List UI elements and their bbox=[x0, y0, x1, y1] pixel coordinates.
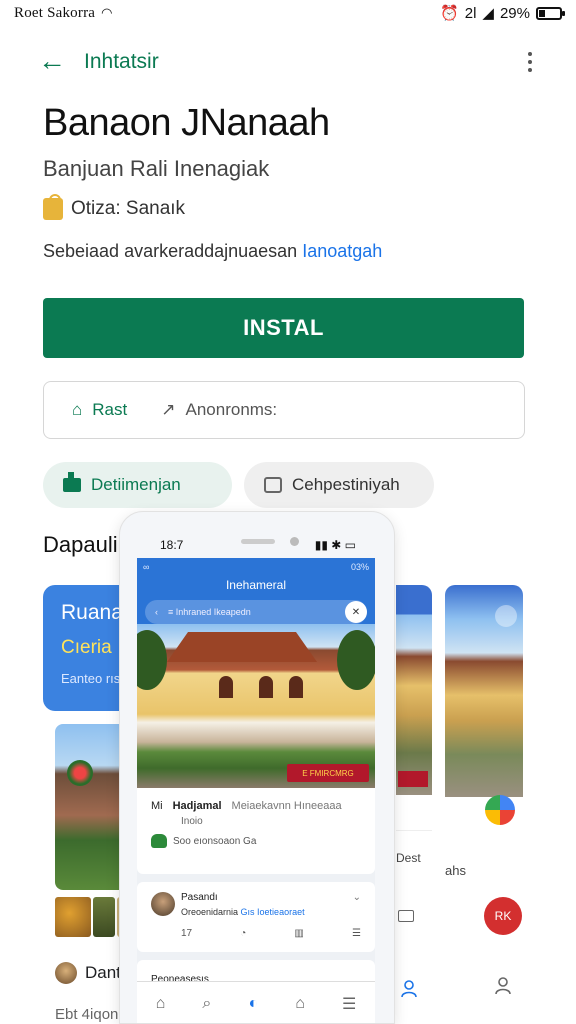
search-icon[interactable]: ⌕ bbox=[202, 995, 211, 1013]
home-icon[interactable]: ⌂ bbox=[156, 995, 166, 1013]
avatar bbox=[151, 892, 175, 916]
bookmark-icon[interactable]: ⌂ bbox=[295, 995, 305, 1013]
install-button[interactable]: INSTAL bbox=[43, 298, 524, 358]
left-footer-text: Ebt 4iqon bbox=[55, 1006, 119, 1023]
listing-meta: Soo eıonsoaon Ga bbox=[173, 835, 257, 847]
person-icon bbox=[401, 980, 417, 998]
info-item-rast[interactable]: ⌂ Rast bbox=[72, 400, 127, 420]
avatar bbox=[55, 962, 77, 984]
phone-hero-photo[interactable]: E FMIRCMRG bbox=[137, 624, 375, 788]
review-text: Oreoenidarnia bbox=[181, 907, 241, 917]
store-icon bbox=[63, 472, 81, 492]
more-options-icon[interactable] bbox=[495, 605, 517, 627]
thumbnail-image[interactable] bbox=[55, 897, 91, 937]
chip-cehpestiniyah[interactable]: Cehpestiniyah bbox=[244, 462, 434, 508]
alarm-icon: ⏰ bbox=[440, 5, 459, 22]
app-bar: ← Inhtatsir bbox=[0, 38, 576, 86]
listing-name: Hadjamal bbox=[172, 800, 222, 812]
comment-icon bbox=[264, 477, 282, 493]
home-icon: ⌂ bbox=[72, 400, 83, 419]
phone-status-bar: 18:7 ▮▮ ✱ ▭ bbox=[120, 536, 394, 554]
info-item-label: Rast bbox=[92, 400, 128, 419]
menu-icon[interactable]: ☰ bbox=[352, 928, 361, 939]
battery-icon bbox=[536, 6, 565, 20]
listing-sub: Inoio bbox=[181, 816, 203, 827]
phone-screen: ∞ 03% Inehameral ‹ ≡ Inhraned Ikeapedn ✕… bbox=[137, 558, 375, 1023]
battery-percentage: 29% bbox=[499, 4, 530, 22]
close-icon[interactable]: ✕ bbox=[345, 601, 367, 623]
phone-screen-status-right: 03% bbox=[350, 562, 369, 572]
share-icon: ↗ bbox=[161, 400, 176, 419]
status-right: ⏰ 2Ɩ ◢ 29% bbox=[440, 4, 565, 22]
right-card-text: ahs bbox=[445, 863, 466, 878]
section-title: Dapaulin bbox=[43, 532, 130, 557]
phone-mockup: 18:7 ▮▮ ✱ ▭ ∞ 03% Inehameral ‹ ≡ Inhrane… bbox=[119, 511, 395, 1024]
phone-screen-status-left: ∞ bbox=[143, 562, 150, 572]
info-item-label: Anonronms: bbox=[185, 400, 278, 419]
developer-row[interactable]: Otiza: Sanaık bbox=[43, 194, 186, 220]
status-bar: Roet Sakorra ◠ ⏰ 2Ɩ ◢ 29% bbox=[0, 0, 576, 26]
comment-icon[interactable]: ◔ bbox=[240, 928, 246, 939]
screenshot-photo-left[interactable] bbox=[55, 724, 125, 890]
carrier-name: Roet Sakorra bbox=[14, 4, 96, 21]
phone-status-icons: ▮▮ ✱ ▭ bbox=[314, 538, 356, 552]
phone-time: 18:7 bbox=[160, 538, 184, 552]
review-row-left: Dant bbox=[55, 962, 121, 984]
comment-icon bbox=[398, 910, 414, 922]
hero-tag[interactable]: E FMIRCMRG bbox=[287, 764, 369, 782]
listing-desc: Meiaekavnn Hıneeaaa bbox=[231, 800, 342, 812]
description-text: Sebeiaad avarkeraddajnuaesan bbox=[43, 241, 303, 261]
arrow-left-icon[interactable]: ← bbox=[38, 47, 66, 76]
review-link[interactable]: Gıs Ioetieaoraet bbox=[241, 907, 305, 917]
screenshot-card-middle[interactable] bbox=[396, 585, 432, 995]
battery-fill bbox=[539, 9, 546, 17]
screenshot-photo bbox=[396, 585, 432, 795]
chip-label: Cehpestiniyah bbox=[292, 475, 400, 494]
phone-screen-title: Inehameral bbox=[225, 578, 287, 592]
chevron-down-icon[interactable]: ⌄ bbox=[353, 892, 361, 903]
phone-card-review[interactable]: Pasandı Oreoenidarnia Gıs Ioetieaoraet ⌄… bbox=[137, 882, 375, 952]
menu-icon[interactable]: ☰ bbox=[342, 994, 356, 1014]
info-item-anonronms[interactable]: ↗ Anonronms: bbox=[161, 400, 277, 420]
app-description: Sebeiaad avarkeraddajnuaesan Ianoatgah bbox=[43, 241, 382, 262]
google-icon bbox=[485, 795, 515, 825]
chip-detiimenjan[interactable]: Detiimenjan bbox=[43, 462, 232, 508]
app-subtitle: Banjuan Rali Inenagiak bbox=[43, 156, 270, 181]
thumbnail-image[interactable] bbox=[93, 897, 115, 937]
app-title: Banaon JNanaah bbox=[43, 102, 330, 144]
like-count: 17 bbox=[181, 928, 193, 939]
floating-action-button[interactable]: RK bbox=[484, 897, 522, 935]
screenshot-card-right[interactable]: ahs RK bbox=[445, 585, 523, 1024]
listing-prefix: Mi bbox=[151, 800, 163, 812]
phone-search-bar[interactable]: ‹ ≡ Inhraned Ikeapedn ✕ bbox=[145, 600, 367, 624]
developer-name: Otiza: Sanaık bbox=[71, 198, 186, 219]
kebab-menu-icon[interactable] bbox=[522, 48, 538, 76]
mid-card-text: Dest bbox=[396, 851, 421, 865]
review-name: Dant bbox=[85, 963, 121, 982]
app-bar-title: Inhtatsir bbox=[84, 50, 159, 73]
explore-icon[interactable]: ◐ bbox=[248, 995, 258, 1013]
share-icon[interactable]: ▥ bbox=[294, 928, 303, 939]
wifi-icon: ◠ bbox=[101, 5, 113, 20]
info-box: ⌂ Rast ↗ Anonronms: bbox=[43, 381, 525, 439]
phone-card-listing[interactable]: Mi Hadjamal Meiaekavnn Hıneeaaa Inoio So… bbox=[137, 788, 375, 874]
person-icon[interactable] bbox=[495, 977, 511, 995]
signal-text: 2Ɩ bbox=[464, 4, 477, 22]
reviewer-name: Pasandı bbox=[181, 892, 218, 903]
phone-bottom-nav: ⌂ ⌕ ◐ ⌂ ☰ bbox=[137, 981, 375, 1023]
clover-icon bbox=[151, 834, 167, 848]
description-link[interactable]: Ianoatgah bbox=[302, 241, 382, 261]
developer-badge-icon bbox=[43, 194, 63, 220]
phone-search-text: ≡ Inhraned Ikeapedn bbox=[168, 607, 251, 617]
signal-icon: ◢ bbox=[482, 5, 494, 22]
chip-label: Detiimenjan bbox=[91, 475, 181, 494]
back-icon[interactable]: ‹ bbox=[155, 607, 158, 617]
